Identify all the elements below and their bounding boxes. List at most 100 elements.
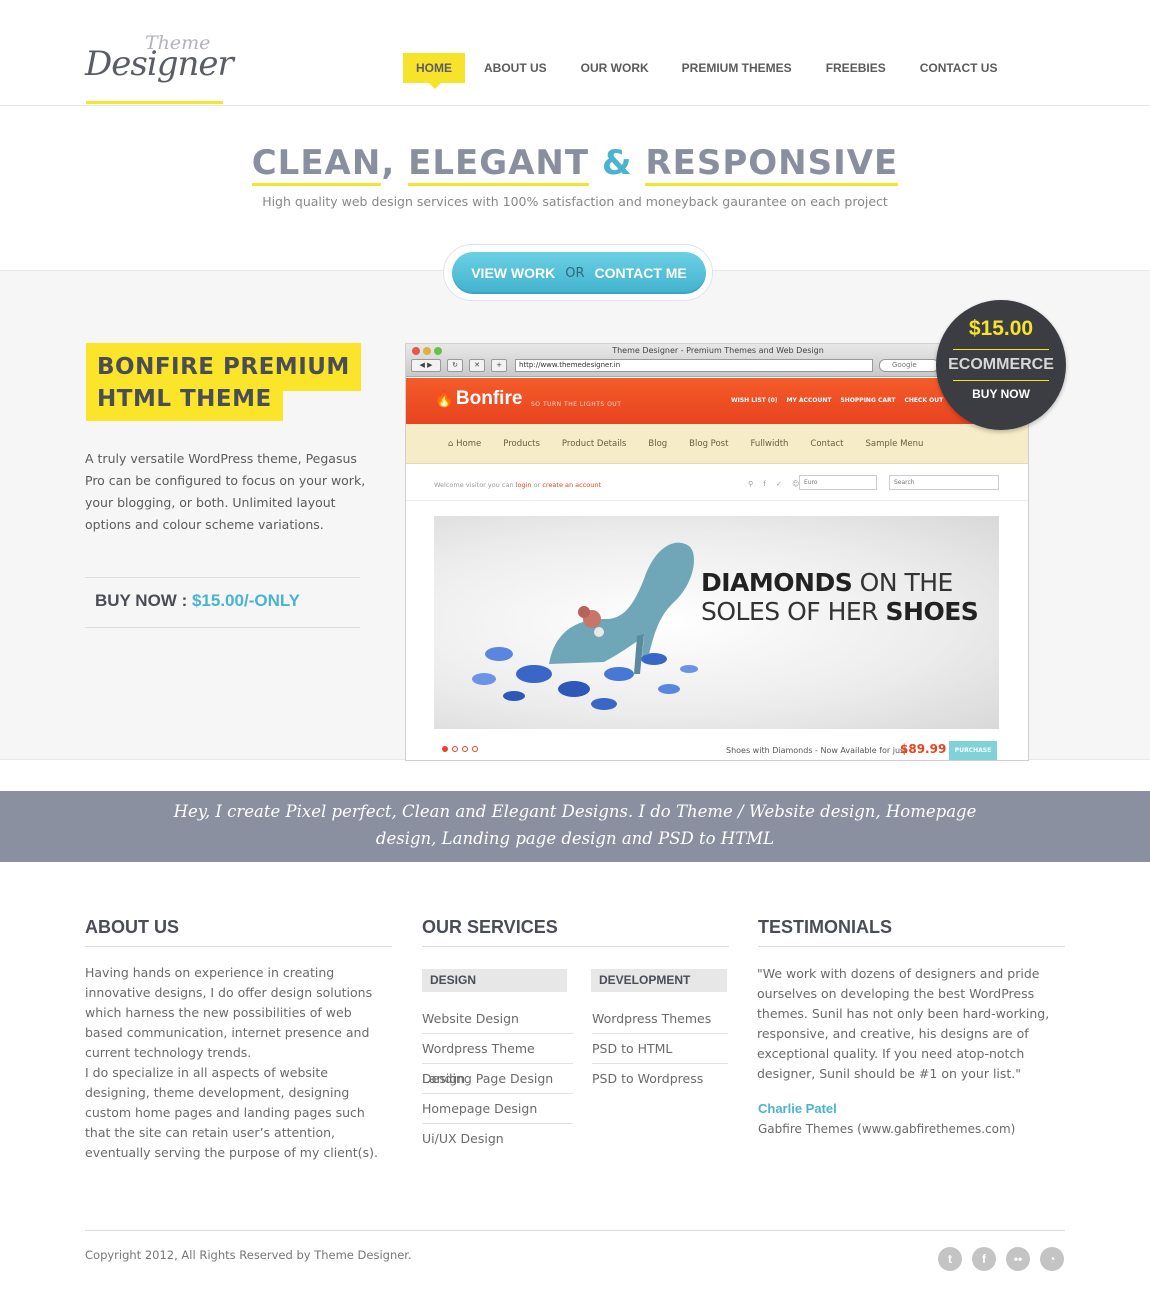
buy-now-label: BUY NOW :	[95, 591, 192, 610]
hero-subtitle: High quality web design services with 10…	[262, 194, 888, 209]
welcome-login-link: login	[515, 481, 532, 489]
buy-now-price: $15.00/-ONLY	[191, 591, 301, 610]
badge-price: $15.00	[968, 317, 1034, 340]
featured-buy-now[interactable]: BUY NOW : $15.00/-ONLY	[95, 591, 300, 611]
badge-buy-now-button[interactable]: BUY NOW	[936, 387, 1066, 401]
tagline-text: Hey, I create Pixel perfect, Clean and E…	[173, 802, 977, 848]
footer-divider	[85, 1230, 1065, 1231]
about-heading-rule	[85, 946, 392, 947]
back-forward-icon: ◀ ▶	[411, 359, 441, 372]
flame-icon: 🔥	[434, 391, 454, 408]
slide-word: SOLES OF HER	[701, 597, 886, 626]
preview-link: SHOPPING CART	[840, 397, 896, 404]
logo-big-text: Designer	[85, 44, 234, 84]
nav-our-work[interactable]: OUR WORK	[568, 53, 662, 83]
nav-about-us[interactable]: ABOUT US	[471, 53, 560, 83]
preview-nav-item: Blog	[648, 438, 668, 449]
about-paragraph-2: I do specialize in all aspects of websit…	[85, 1065, 378, 1160]
service-item[interactable]: PSD to Wordpress	[592, 1064, 728, 1094]
preview-nav-item: Contact	[810, 438, 844, 449]
welcome-prefix: Welcome visitor you can	[434, 481, 516, 489]
preview-site-name: Bonfire	[455, 388, 523, 409]
preview-link: WISH LIST (0)	[731, 397, 778, 404]
nav-freebies[interactable]: FREEBIES	[813, 53, 899, 83]
preview-social-icons: ⚲ f ✓ ☺	[748, 480, 804, 488]
service-item[interactable]: Ui/UX Design	[422, 1124, 573, 1154]
slide-word: DIAMONDS	[701, 568, 853, 597]
slide-heading-line1: DIAMONDS ON THE	[701, 568, 953, 597]
shoe-image	[472, 542, 698, 710]
preview-site-tagline: SO TURN THE LIGHTS OUT	[531, 401, 622, 408]
about-heading: ABOUT US	[85, 917, 179, 937]
preview-site-logo: 🔥 Bonfire	[434, 388, 522, 410]
browser-window-title: Theme Designer - Premium Themes and Web …	[612, 346, 824, 355]
theme-preview-browser[interactable]: Theme Designer - Premium Themes and Web …	[405, 343, 1029, 761]
hero-title-ampersand: &	[601, 143, 633, 183]
contact-me-button[interactable]: CONTACT ME	[594, 265, 686, 281]
preview-nav-item: ⌂ Home	[448, 439, 481, 449]
preview-welcome-text: Welcome visitor you can login or create …	[434, 481, 601, 489]
price-badge[interactable]: $15.00 ECOMMERCE BUY NOW	[936, 300, 1066, 430]
development-services-list: Wordpress Themes PSD to HTML PSD to Word…	[592, 1004, 728, 1094]
flickr-icon[interactable]: ••	[1006, 1247, 1030, 1271]
testimonial-author[interactable]: Charlie Patel	[758, 1101, 837, 1116]
browser-search-field: Google	[879, 359, 939, 372]
badge-divider	[953, 349, 1049, 350]
preview-slider: DIAMONDS ON THE SOLES OF HER SHOES	[434, 516, 999, 729]
services-heading-rule	[422, 946, 729, 947]
service-item[interactable]: PSD to HTML	[592, 1034, 728, 1064]
testimonials-heading-rule	[758, 946, 1065, 947]
service-item[interactable]: Homepage Design	[422, 1094, 573, 1124]
twitter-icon[interactable]: t	[938, 1247, 962, 1271]
rss-icon[interactable]: ◔	[1040, 1247, 1064, 1271]
main-nav: HOME ABOUT US OUR WORK PREMIUM THEMES FR…	[403, 53, 1011, 89]
preview-nav-item: Fullwidth	[750, 438, 789, 449]
preview-nav-item: Blog Post	[689, 438, 729, 449]
preview-availability-price: $89.99	[900, 742, 947, 756]
testimonials-heading: TESTIMONIALS	[758, 917, 892, 937]
nav-home[interactable]: HOME	[403, 53, 465, 89]
hero-title: CLEAN, ELEGANT & RESPONSIVE	[0, 143, 1150, 186]
stop-icon: ✕	[469, 359, 485, 372]
badge-divider	[953, 380, 1049, 381]
hero-title-comma: ,	[381, 143, 409, 183]
preview-site-nav: ⌂ Home Products Product Details Blog Blo…	[406, 424, 1028, 464]
browser-url-field: http://www.themedesigner.in	[515, 359, 873, 372]
home-icon: ⌂	[448, 438, 457, 449]
nav-premium-themes[interactable]: PREMIUM THEMES	[669, 53, 805, 83]
preview-separator	[406, 500, 1028, 501]
preview-currency-select: Euro	[799, 475, 877, 490]
featured-divider-top	[85, 577, 360, 578]
preview-nav-item: Sample Menu	[865, 438, 924, 449]
development-label: DEVELOPMENT	[591, 969, 727, 992]
featured-title-line2: HTML THEME	[86, 377, 283, 421]
welcome-create-link: create an account	[542, 481, 602, 489]
preview-nav-label: Home	[456, 438, 482, 449]
badge-category: ECOMMERCE	[948, 356, 1054, 373]
service-item[interactable]: Website Design	[422, 1004, 573, 1034]
hero-title-elegant: ELEGANT	[408, 143, 590, 186]
slide-word: ON THE	[852, 568, 954, 597]
hero-title-responsive: RESPONSIVE	[645, 143, 899, 186]
design-services-list: Website Design Wordpress Theme Design La…	[422, 1004, 573, 1154]
view-work-button[interactable]: VIEW WORK	[471, 265, 555, 281]
nav-contact-us[interactable]: CONTACT US	[907, 53, 1011, 83]
cta-or-text: OR	[565, 265, 585, 281]
service-item[interactable]: Landing Page Design	[422, 1064, 573, 1094]
facebook-icon[interactable]: f	[972, 1247, 996, 1271]
preview-link: MY ACCOUNT	[786, 397, 832, 404]
slide-heading-line2: SOLES OF HER SHOES	[701, 597, 979, 626]
header-divider	[0, 105, 1150, 106]
slide-word: SHOES	[885, 597, 979, 626]
welcome-or: or	[531, 481, 543, 489]
preview-nav-item: Products	[503, 438, 540, 449]
testimonial-quote: "We work with dozens of designers and pr…	[757, 966, 1050, 1081]
slider-dots	[442, 746, 478, 752]
site-logo[interactable]: Theme Designer	[85, 30, 234, 105]
service-item[interactable]: Wordpress Themes	[592, 1004, 728, 1034]
hero-title-clean: CLEAN	[251, 143, 382, 186]
service-item[interactable]: Wordpress Theme Design	[422, 1034, 573, 1086]
slider-dot	[462, 746, 468, 752]
preview-purchase-button: PURCHASE	[949, 741, 997, 760]
design-label: DESIGN	[422, 969, 567, 992]
